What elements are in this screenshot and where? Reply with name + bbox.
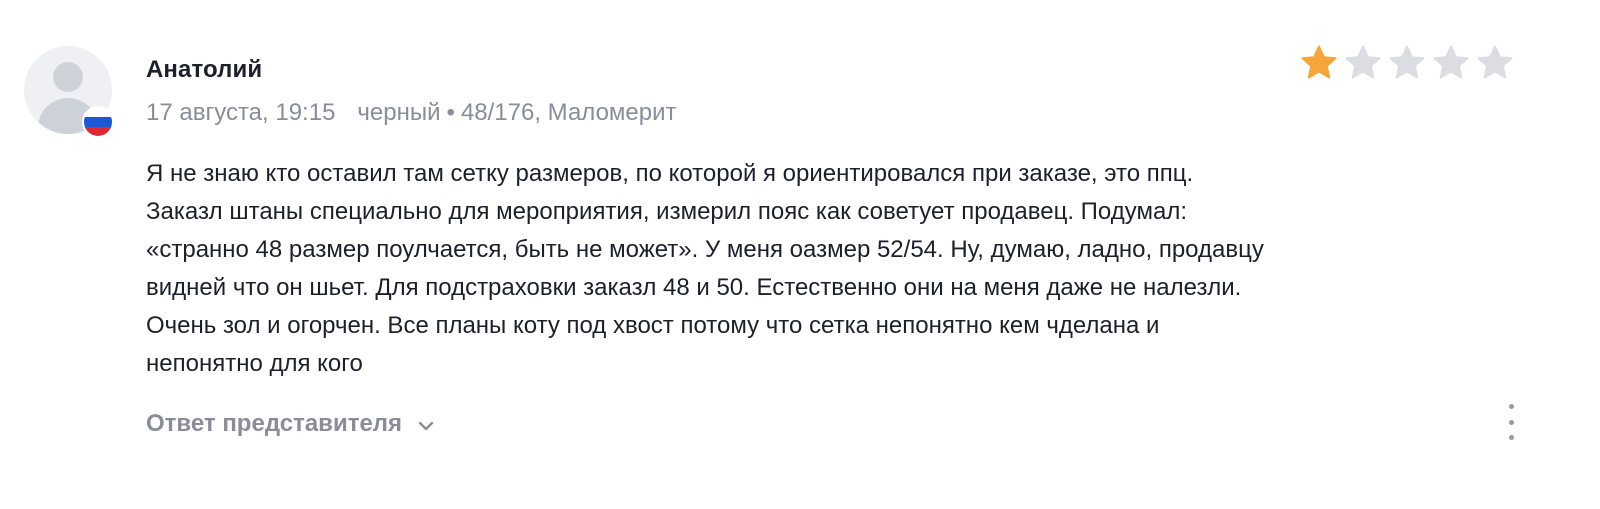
- flag-stripe-white: [84, 108, 112, 118]
- flag-stripe-red: [84, 126, 112, 136]
- russia-flag-icon: [82, 106, 114, 138]
- review-text-line: Очень зол и огорчен. Все планы коту под …: [146, 312, 1160, 339]
- review-text-line: Я не знаю кто оставил там сетку размеров…: [146, 160, 1194, 187]
- review-text: Я не знаю кто оставил там сетку размеров…: [146, 155, 1476, 383]
- star-rating: [1300, 44, 1514, 82]
- review-text-line: Заказл штаны специально для мероприятия,…: [146, 198, 1187, 225]
- star-icon-empty: [1433, 45, 1469, 79]
- more-vertical-icon-dot: [1508, 419, 1514, 425]
- more-vertical-icon-dot: [1508, 435, 1514, 440]
- more-options-button[interactable]: [1498, 404, 1524, 440]
- review-text-line: непонятно для кого: [146, 350, 363, 377]
- more-vertical-icon-dot: [1508, 404, 1514, 409]
- review-text-line: «странно 48 размер поулчается, быть не м…: [146, 236, 1264, 263]
- review-date: 17 августа, 19:15: [146, 99, 336, 126]
- review-author: Анатолий: [146, 56, 263, 83]
- meta-separator: •: [446, 99, 455, 126]
- seller-reply-toggle[interactable]: Ответ представителя: [146, 410, 436, 438]
- avatar-head: [53, 62, 83, 92]
- review-meta: 17 августа, 19:15 черный • 48/176, Маломери…: [146, 99, 677, 127]
- review-card: Анатолий 17 августа, 19:15 черный • 48/176,…: [0, 0, 1600, 509]
- seller-reply-toggle-label: Ответ представителя: [146, 410, 403, 437]
- product-size-fit: 48/176, Маломерит: [460, 99, 677, 126]
- star-icon-empty: [1389, 45, 1425, 79]
- chevron-down-icon: [418, 421, 434, 431]
- flag-stripe-blue: [84, 117, 112, 127]
- star-icon-empty: [1345, 45, 1381, 79]
- star-icon-empty: [1477, 45, 1513, 79]
- product-color: черный: [357, 99, 441, 126]
- star-icon-filled: [1301, 45, 1337, 79]
- review-text-line: видней что он шьет. Для подстраховки зак…: [146, 274, 1242, 301]
